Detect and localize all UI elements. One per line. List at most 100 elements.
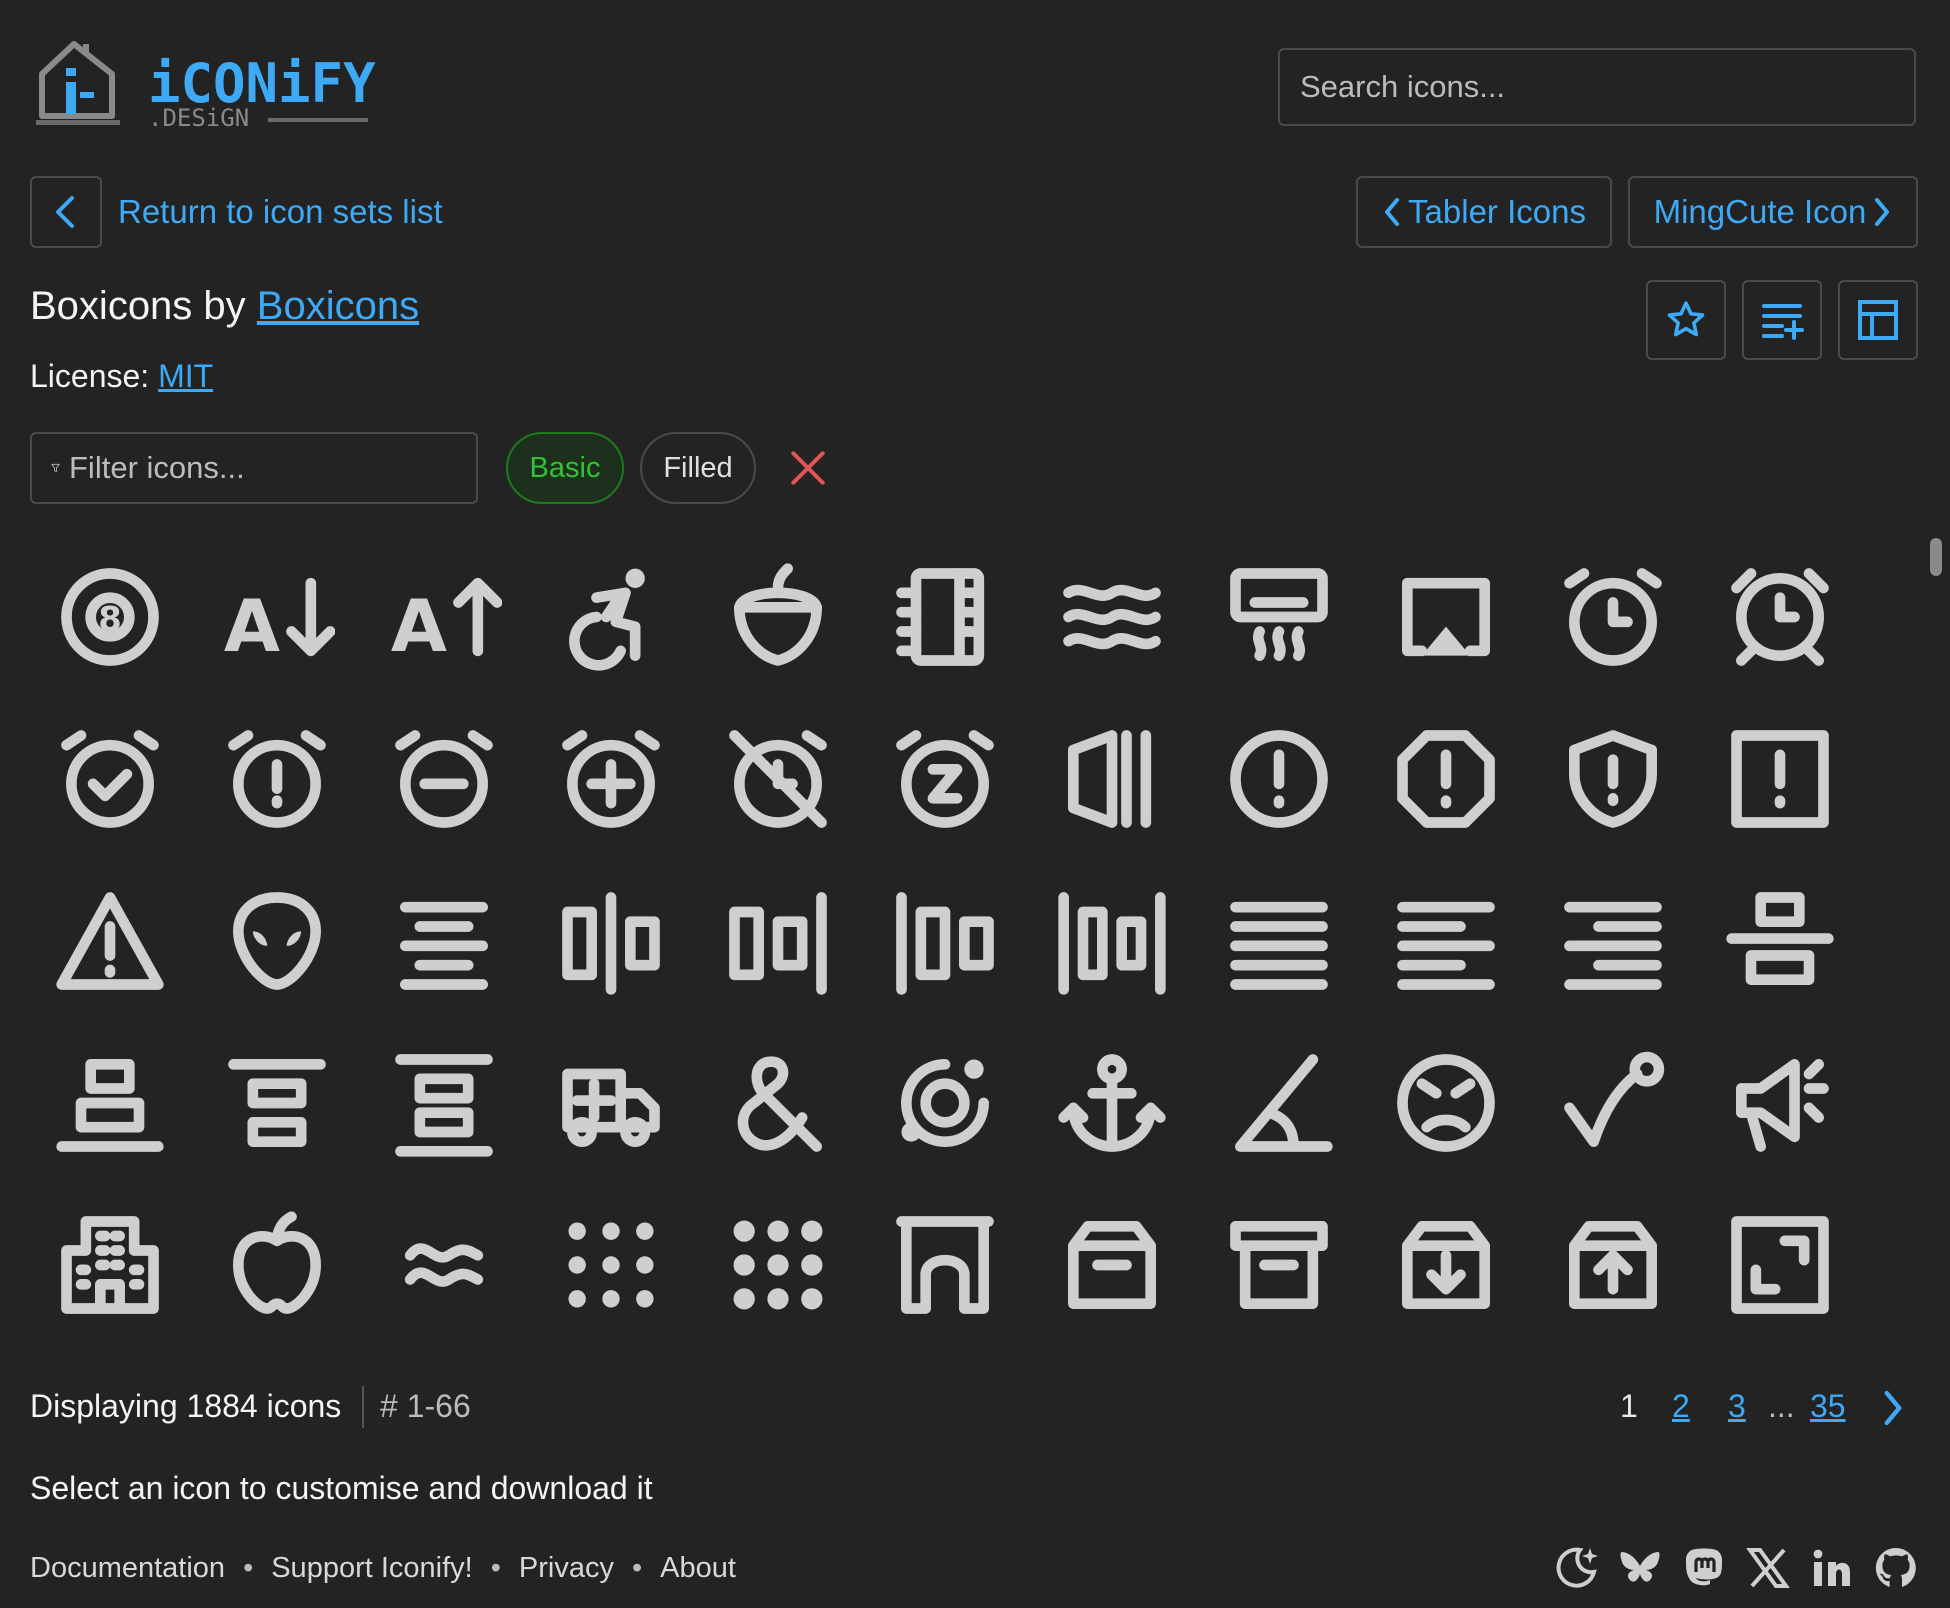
back-button[interactable] — [30, 176, 102, 248]
github-icon[interactable] — [1872, 1544, 1920, 1592]
alarm-check-icon — [61, 730, 159, 828]
alarm-icon — [1564, 568, 1662, 666]
iconify-logo[interactable]: iCONiFY .DESiGN — [36, 36, 376, 132]
footer-link-support[interactable]: Support Iconify! — [271, 1552, 473, 1585]
footer-link-about[interactable]: About — [660, 1552, 736, 1585]
page-35-link[interactable]: 35 — [1810, 1388, 1846, 1425]
icon-tile-align-vertical-bottom[interactable] — [35, 1028, 185, 1178]
icon-tile-acorn[interactable] — [703, 542, 853, 692]
icon-tile-alarm-minus[interactable] — [369, 704, 519, 854]
icon-tile-8ball[interactable]: 8 — [35, 542, 185, 692]
icon-tile-align-justify[interactable] — [1204, 866, 1354, 1016]
icon-tile-alarm-exclamation[interactable] — [202, 704, 352, 854]
icon-tile-align-right[interactable] — [1538, 866, 1688, 1016]
error-circle-icon — [1230, 730, 1328, 828]
next-icon-set-button[interactable]: MingCute Icon — [1628, 176, 1918, 248]
icon-tile-building[interactable] — [35, 1190, 185, 1340]
icon-tile-sort-z-a[interactable]: A — [369, 542, 519, 692]
icon-tile-angry[interactable] — [1371, 1028, 1521, 1178]
filter-field[interactable] — [30, 432, 478, 504]
filter-chip-basic[interactable]: Basic — [506, 432, 624, 504]
icon-tile-sort-a-z[interactable]: A — [202, 542, 352, 692]
add-to-list-button[interactable] — [1742, 280, 1822, 360]
icon-tile-accessibility[interactable] — [536, 542, 686, 692]
icon-grid: 8 A A — [30, 542, 1920, 1368]
icon-tile-archive-out[interactable] — [1538, 1190, 1688, 1340]
icon-tile-angle[interactable] — [1204, 1028, 1354, 1178]
icon-tile-archive[interactable] — [1037, 1190, 1187, 1340]
filter-input[interactable] — [61, 434, 476, 502]
icon-tile-alarm-off[interactable] — [703, 704, 853, 854]
icon-tile-anchor[interactable] — [1037, 1028, 1187, 1178]
icon-tile-approximate[interactable] — [369, 1190, 519, 1340]
footer-link-privacy[interactable]: Privacy — [519, 1552, 614, 1585]
icon-tile-error-square[interactable] — [1705, 704, 1855, 854]
icon-tile-shield-exclamation[interactable] — [1538, 704, 1688, 854]
social-links — [1552, 1544, 1920, 1592]
icon-tile-alarm-check[interactable] — [35, 704, 185, 854]
icon-tile-analyze[interactable] — [870, 1028, 1020, 1178]
license-link[interactable]: MIT — [158, 358, 213, 394]
icon-tile-arrow-from-curve[interactable] — [1538, 1028, 1688, 1178]
search-field[interactable] — [1278, 48, 1916, 126]
icon-tile-alarm[interactable] — [1538, 542, 1688, 692]
scrollbar-thumb[interactable] — [1930, 538, 1942, 576]
favorite-button[interactable] — [1646, 280, 1726, 360]
page-2-link[interactable]: 2 — [1672, 1388, 1690, 1425]
clear-filters-button[interactable] — [786, 446, 830, 490]
icon-tile-ambulance[interactable] — [536, 1028, 686, 1178]
icon-tile-announcement[interactable] — [1705, 1028, 1855, 1178]
icon-tile-align-middle[interactable] — [369, 866, 519, 1016]
chevron-right-icon — [1875, 198, 1890, 226]
linkedin-icon[interactable] — [1808, 1544, 1856, 1592]
icon-tile-align-vertical-center-alt[interactable] — [202, 1028, 352, 1178]
filter-chip-filled[interactable]: Filled — [640, 432, 756, 504]
icon-tile-airplay[interactable] — [1371, 542, 1521, 692]
icon-tile-align-horizontal-left[interactable] — [870, 866, 1020, 1016]
icon-tile-water[interactable] — [1037, 542, 1187, 692]
icon-tile-apps[interactable] — [536, 1190, 686, 1340]
icon-tile-ampersand[interactable] — [703, 1028, 853, 1178]
icon-tile-arch[interactable] — [870, 1190, 1020, 1340]
close-icon — [791, 451, 825, 485]
icon-tile-align-horizontal-right[interactable] — [703, 866, 853, 1016]
icon-tile-align-vertical-center[interactable] — [1705, 866, 1855, 1016]
icon-tile-alarm-plus[interactable] — [536, 704, 686, 854]
icon-tile-notebook[interactable] — [870, 542, 1020, 692]
page-3-link[interactable]: 3 — [1728, 1388, 1746, 1425]
icon-tile-alarm-snooze[interactable] — [870, 704, 1020, 854]
icon-tile-alarm-alt[interactable] — [1705, 542, 1855, 692]
icon-tile-apple[interactable] — [202, 1190, 352, 1340]
icon-tile-archive-in[interactable] — [1371, 1190, 1521, 1340]
icon-tile-expand[interactable] — [1705, 1190, 1855, 1340]
align-vertical-center-alt-icon — [228, 1059, 326, 1147]
icon-tile-apps-alt[interactable] — [703, 1190, 853, 1340]
icon-tile-error[interactable] — [35, 866, 185, 1016]
layout-toggle-button[interactable] — [1838, 280, 1918, 360]
search-input[interactable] — [1280, 50, 1914, 124]
icon-tile-archive-alt[interactable] — [1204, 1190, 1354, 1340]
icon-tile-alien[interactable] — [202, 866, 352, 1016]
next-page-button[interactable] — [1878, 1388, 1908, 1428]
grid-scrollbar[interactable] — [1928, 536, 1944, 1370]
notebook-icon — [896, 568, 985, 666]
return-to-icon-sets-link[interactable]: Return to icon sets list — [118, 193, 443, 231]
prev-icon-set-button[interactable]: Tabler Icons — [1356, 176, 1612, 248]
icon-tile-error-octagon[interactable] — [1371, 704, 1521, 854]
bluesky-icon[interactable] — [1616, 1544, 1664, 1592]
icon-tile-align-left[interactable] — [1371, 866, 1521, 1016]
theme-toggle-icon[interactable] — [1552, 1544, 1600, 1592]
icon-tile-album[interactable] — [1037, 704, 1187, 854]
author-link[interactable]: Boxicons — [257, 284, 419, 328]
house-logo-icon: iCONiFY .DESiGN — [36, 41, 376, 132]
icon-tile-align-horizontal-center[interactable] — [536, 866, 686, 1016]
icon-tile-air-conditioner[interactable] — [1204, 542, 1354, 692]
icon-tile-error-circle[interactable] — [1204, 704, 1354, 854]
mastodon-icon[interactable] — [1680, 1544, 1728, 1592]
filter-icon — [51, 463, 60, 473]
align-horizontal-spread-icon — [1058, 892, 1166, 995]
icon-tile-align-horizontal-spread[interactable] — [1037, 866, 1187, 1016]
icon-tile-align-vertical-top[interactable] — [369, 1028, 519, 1178]
footer-link-documentation[interactable]: Documentation — [30, 1552, 225, 1585]
x-icon[interactable] — [1744, 1544, 1792, 1592]
